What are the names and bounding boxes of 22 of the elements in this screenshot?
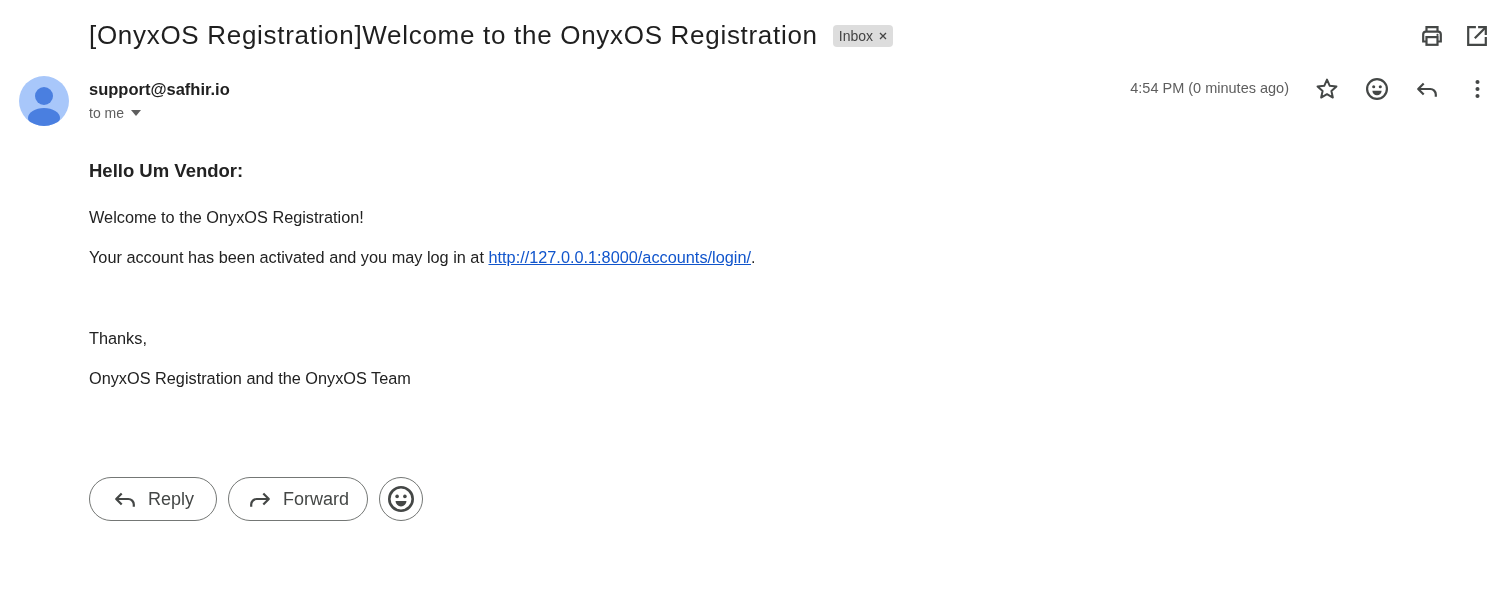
more-options-icon: [1474, 80, 1480, 98]
open-in-new-window-icon: [1466, 25, 1488, 47]
smiley-icon: [388, 486, 415, 512]
email-subject: [OnyxOS Registration]Welcome to the OnyxOS Registration: [89, 20, 818, 52]
sender-avatar-icon: [19, 76, 69, 126]
received-time: 4:54 PM (0 minutes ago): [1130, 79, 1289, 99]
reply-button[interactable]: Reply: [89, 477, 218, 521]
inbox-label[interactable]: Inbox: [832, 25, 893, 47]
remove-label-icon[interactable]: [879, 32, 887, 40]
forward-button[interactable]: Forward: [228, 477, 369, 521]
caret-down-icon: [131, 110, 141, 116]
body-text: Welcome to the OnyxOS Registration!: [89, 207, 365, 227]
greeting-text: Hello Um Vendor:: [89, 160, 245, 182]
add-reaction-button[interactable]: [379, 477, 424, 521]
recipient-details-toggle[interactable]: to me: [89, 103, 141, 123]
body-text: Your account has been activated and you may log in at http://127.0.0.1:8000/accounts/login/.: [89, 247, 757, 267]
sender-email: support@safhir.io: [89, 79, 231, 100]
login-link[interactable]: http://127.0.0.1:8000/accounts/login/: [488, 248, 751, 266]
signature-text: Thanks,: [89, 328, 148, 348]
signature-text: OnyxOS Registration and the OnyxOS Team: [89, 368, 412, 388]
print-icon: [1421, 25, 1443, 47]
smiley-icon: [1366, 78, 1388, 100]
